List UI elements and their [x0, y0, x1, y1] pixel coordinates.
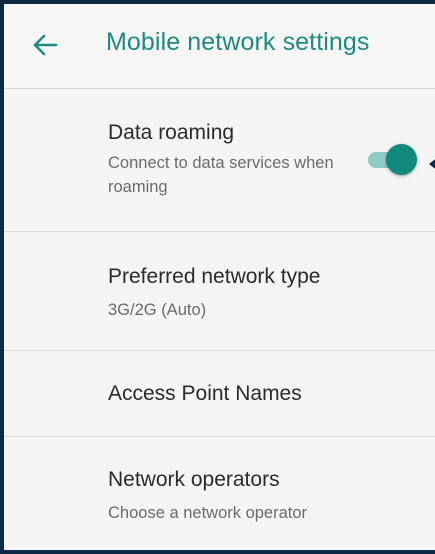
page-title: Mobile network settings: [106, 28, 370, 56]
setting-subtitle: Connect to data services when roaming: [108, 154, 334, 196]
setting-title: Network operators: [108, 468, 280, 491]
setting-preferred-network-type[interactable]: Preferred network type 3G/2G (Auto): [4, 232, 435, 376]
setting-subtitle: Choose a network operator: [108, 504, 308, 522]
settings-list: Data roaming Connect to data services wh…: [4, 89, 435, 550]
data-roaming-toggle[interactable]: [366, 142, 417, 178]
setting-title: Data roaming: [108, 121, 235, 144]
annotation-pointer-icon: [429, 159, 435, 169]
setting-title: Access Point Names: [108, 382, 302, 405]
toggle-thumb: [386, 144, 417, 175]
setting-subtitle: 3G/2G (Auto): [108, 301, 207, 319]
app-bar: Mobile network settings: [4, 4, 435, 89]
arrow-left-icon[interactable]: [32, 31, 60, 59]
setting-network-operators[interactable]: Network operators Choose a network opera…: [4, 437, 435, 550]
setting-data-roaming[interactable]: Data roaming Connect to data services wh…: [4, 89, 435, 232]
screen: Mobile network settings Data roaming Con…: [4, 4, 435, 550]
setting-title: Preferred network type: [108, 265, 321, 288]
setting-access-point-names[interactable]: Access Point Names: [4, 351, 435, 437]
